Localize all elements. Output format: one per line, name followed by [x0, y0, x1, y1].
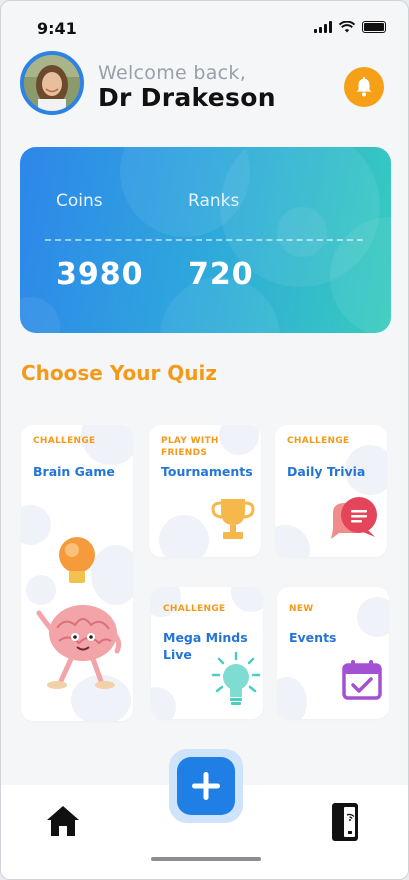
ranks-value: 720 [188, 257, 254, 292]
section-title: Choose Your Quiz [21, 361, 218, 385]
avatar[interactable] [20, 51, 84, 115]
notification-button[interactable] [344, 67, 384, 107]
quiz-card-brain-game[interactable]: CHALLENGE Brain Game [21, 425, 133, 721]
status-icons [314, 21, 386, 33]
chat-bubbles-icon [331, 497, 377, 539]
add-button[interactable] [177, 757, 235, 815]
quiz-title: Brain Game [33, 464, 115, 479]
status-time: 9:41 [37, 19, 77, 38]
quiz-title: Events [289, 630, 337, 645]
quiz-title: Tournaments [161, 464, 253, 479]
quiz-title: Daily Trivia [287, 464, 366, 479]
quiz-card-daily-trivia[interactable]: CHALLENGE Daily Trivia [275, 425, 387, 557]
trophy-icon [211, 499, 255, 539]
add-icon [192, 772, 220, 800]
quiz-tag: CHALLENGE [163, 604, 226, 614]
quiz-tag: NEW [289, 604, 314, 614]
username: Dr Drakeson [98, 83, 276, 112]
stats-divider [45, 239, 363, 241]
coins-label: Coins [56, 191, 103, 211]
stats-card: Coins Ranks 3980 720 [20, 147, 391, 333]
quiz-card-events[interactable]: NEW Events [277, 587, 389, 719]
bell-icon [356, 76, 372, 97]
brain-with-bulb-icon [36, 537, 122, 689]
ranks-label: Ranks [188, 191, 240, 211]
coins-value: 3980 [56, 257, 144, 292]
home-indicator [151, 857, 261, 861]
quiz-tag: PLAY WITH FRIENDS [161, 436, 219, 458]
quiz-tag: CHALLENGE [287, 436, 350, 446]
signal-icon [314, 21, 332, 33]
battery-icon [362, 21, 386, 33]
lightbulb-icon [211, 651, 261, 705]
home-icon[interactable] [46, 804, 80, 838]
quiz-card-mega-minds-live[interactable]: CHALLENGE Mega Minds Live [151, 587, 263, 719]
quiz-tag: CHALLENGE [33, 436, 96, 446]
app-screen: 9:41 Welcome back, Dr Drakeson Coins Ran… [0, 0, 409, 880]
quiz-card-tournaments[interactable]: PLAY WITH FRIENDS Tournaments [149, 425, 261, 557]
phone-wifi-icon[interactable] [330, 801, 360, 843]
wifi-icon [339, 21, 355, 33]
welcome-text: Welcome back, [98, 62, 247, 84]
calendar-check-icon [342, 660, 382, 700]
